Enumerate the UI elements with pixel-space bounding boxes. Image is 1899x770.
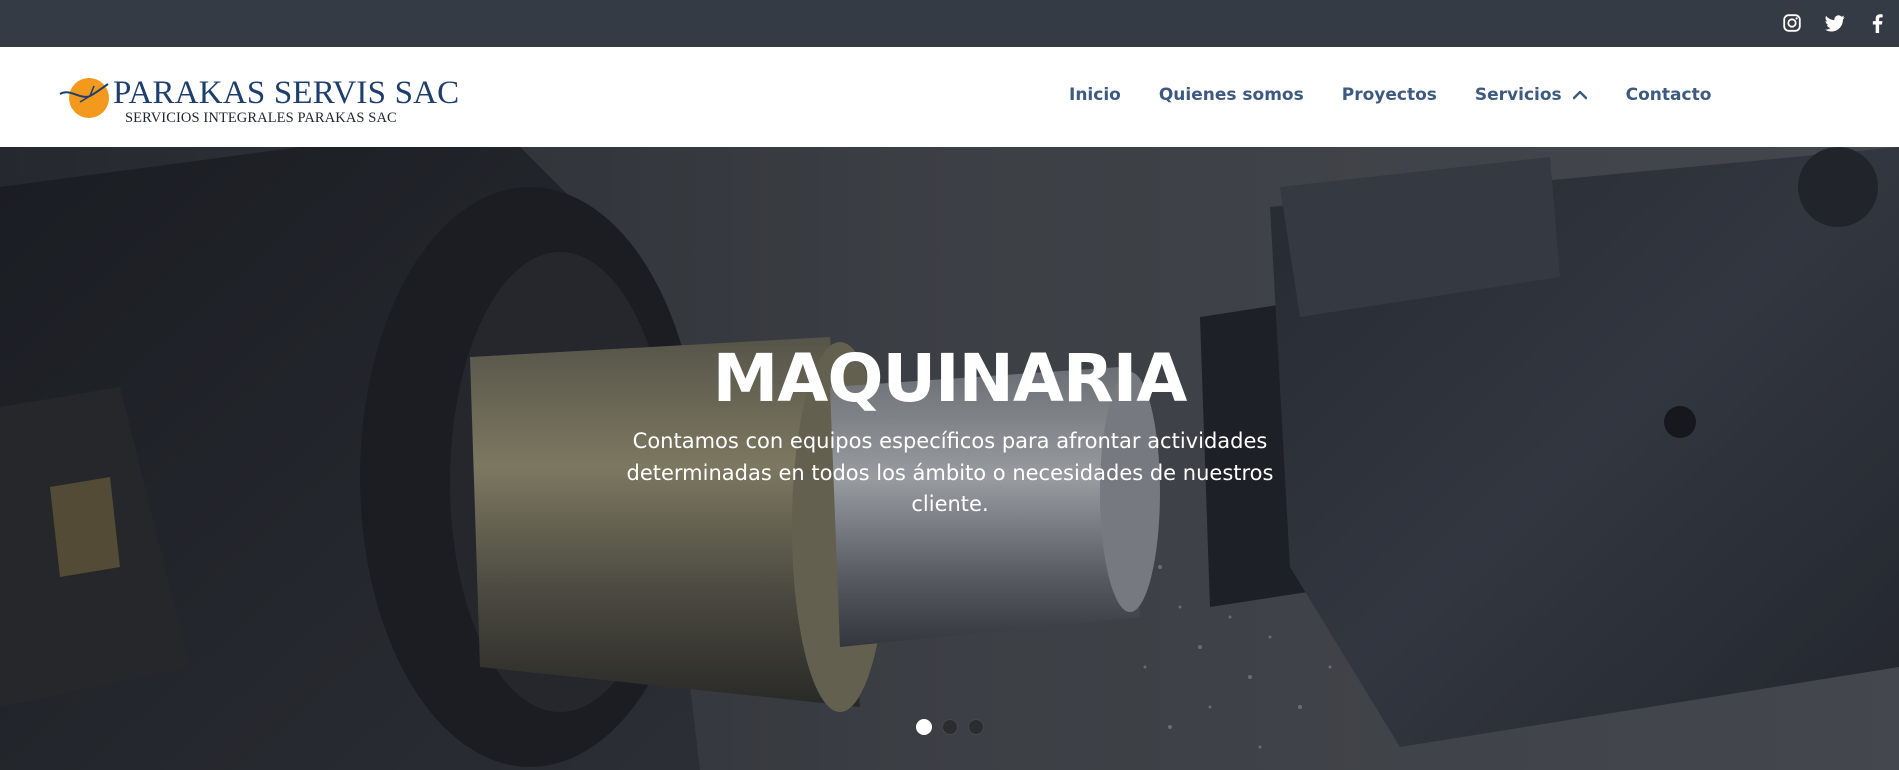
nav-item-inicio[interactable]: Inicio [1069,85,1121,105]
hero-slider: MAQUINARIA Contamos con equipos específi… [0,147,1899,770]
logo-title: PARAKAS SERVIS SAC [113,75,460,111]
chevron-up-icon [1572,90,1587,100]
hero-title: MAQUINARIA [712,340,1188,417]
hero-description: Contamos con equipos específicos para af… [626,429,1274,516]
instagram-link[interactable] [1770,10,1813,36]
nav-item-quienes-somos[interactable]: Quienes somos [1159,85,1304,105]
facebook-link[interactable] [1856,10,1899,36]
slider-dot-1[interactable] [916,719,932,735]
nav-item-servicios[interactable]: Servicios [1475,85,1588,105]
slider-dot-3[interactable] [968,719,984,735]
nav-item-label: Proyectos [1341,85,1437,105]
top-bar [0,0,1899,47]
nav-item-proyectos[interactable]: Proyectos [1342,85,1437,105]
logo-subtitle: SERVICIOS INTEGRALES PARAKAS SAC [125,110,397,126]
nav-item-label: Quienes somos [1158,85,1304,105]
slider-dot-2[interactable] [942,719,958,735]
nav-item-label: Servicios [1474,85,1562,105]
nav-item-label: Contacto [1625,85,1712,105]
site-header: PARAKAS SERVIS SAC SERVICIOS INTEGRALES … [0,47,1899,147]
twitter-icon [1824,14,1845,32]
twitter-link[interactable] [1813,10,1856,36]
nav-item-label: Inicio [1069,85,1121,105]
nav-item-contacto[interactable]: Contacto [1626,85,1712,105]
facebook-icon [1872,13,1883,33]
instagram-icon [1782,14,1801,32]
social-links [1770,10,1899,36]
logo-sun-icon [59,78,109,118]
main-nav: Inicio Quienes somos Proyectos Servicios… [1069,85,1711,105]
logo[interactable]: PARAKAS SERVIS SAC SERVICIOS INTEGRALES … [58,74,459,130]
slider-pagination [916,719,984,735]
